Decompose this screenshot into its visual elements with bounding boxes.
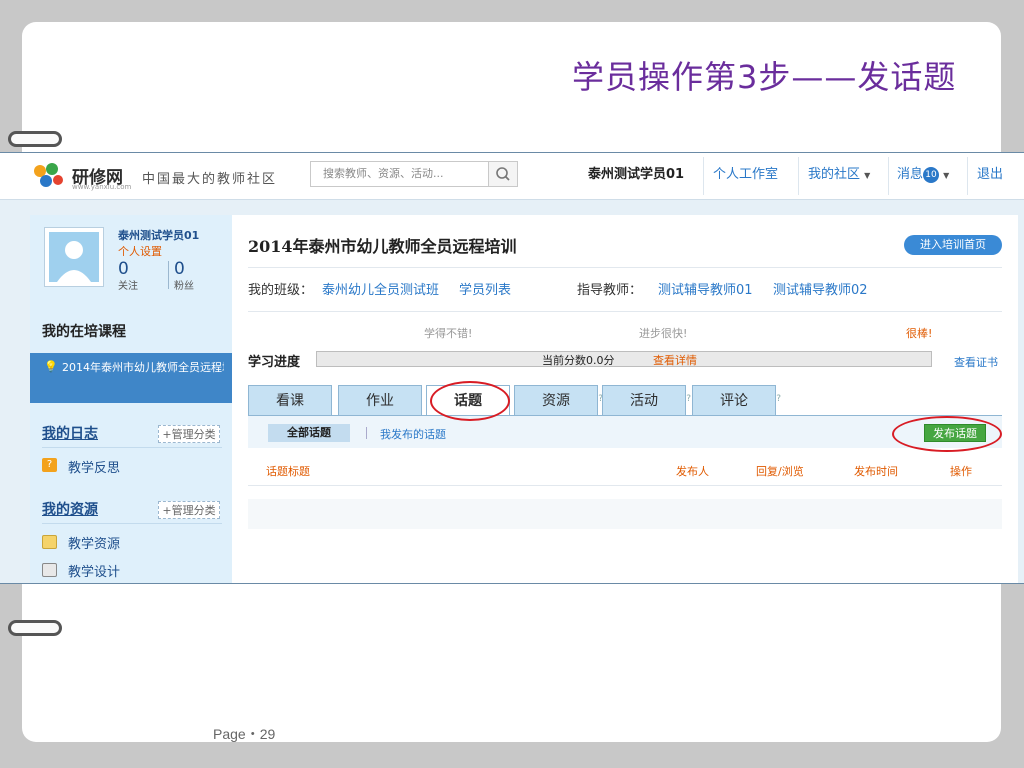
sub-tab-my-topics[interactable]: 我发布的话题 xyxy=(380,426,446,442)
progress-score: 当前分数0.0分 xyxy=(542,354,615,367)
lightbulb-icon: 💡 xyxy=(44,360,58,373)
nav-messages-label: 消息 xyxy=(897,167,924,182)
column-header-actions: 操作 xyxy=(950,465,972,478)
column-header-time: 发布时间 xyxy=(854,465,898,478)
tab-activities-label: 活动 xyxy=(630,393,658,409)
tab-comments-label: 评论 xyxy=(720,393,748,409)
document-icon xyxy=(42,563,57,577)
column-header-author: 发布人 xyxy=(676,465,709,478)
slide-title: 学员操作第3步——发话题 xyxy=(572,58,957,96)
sub-tab-divider xyxy=(366,427,367,439)
progress-detail-link[interactable]: 查看详情 xyxy=(653,352,697,368)
tutor-link[interactable]: 测试辅导教师01 xyxy=(658,279,753,298)
resource-item[interactable]: 教学设计 xyxy=(68,561,120,580)
nav-divider xyxy=(798,157,799,195)
help-icon: ? xyxy=(776,394,781,404)
question-icon: ? xyxy=(42,458,57,472)
resources-heading[interactable]: 我的资源 xyxy=(42,499,98,519)
student-list-link[interactable]: 学员列表 xyxy=(459,279,511,298)
sidebar-course-name: 2014年泰州市幼儿教师全员远程培训 xyxy=(62,361,224,374)
logo-url: www.yanxiu.com xyxy=(72,183,132,191)
logout-link[interactable]: 退出 xyxy=(977,153,1003,199)
tab-watch-course[interactable]: 看课 xyxy=(248,385,332,415)
courses-heading: 我的在培课程 xyxy=(42,324,126,340)
search-icon xyxy=(496,167,510,181)
progress-bar xyxy=(316,351,932,367)
tab-resources-label: 资源 xyxy=(542,393,570,409)
chevron-down-icon: ▼ xyxy=(943,171,950,180)
chevron-down-icon: ▼ xyxy=(864,171,871,180)
personal-settings-link[interactable]: 个人设置 xyxy=(118,243,162,259)
highlight-circle xyxy=(430,381,510,421)
top-bar: 研修网 www.yanxiu.com 中国最大的教师社区 搜索教师、资源、活动.… xyxy=(0,153,1024,200)
follow-label: 关注 xyxy=(118,281,138,292)
progress-label: 学习进度 xyxy=(248,355,301,370)
divider xyxy=(248,267,1002,268)
main-panel: 2014年泰州市幼儿教师全员远程培训 进入培训首页 我的班级： 泰州幼儿全员测试… xyxy=(232,215,1018,583)
help-icon: ? xyxy=(686,394,691,404)
follow-count[interactable]: 0 xyxy=(118,259,129,279)
tab-comments[interactable]: 评论 ? xyxy=(692,385,781,415)
certificate-link[interactable]: 查看证书 xyxy=(954,354,998,370)
nav-community-label: 我的社区 xyxy=(808,167,861,182)
nav-divider xyxy=(703,157,704,195)
column-header-title: 话题标题 xyxy=(266,465,310,478)
sidebar: 泰州测试学员01 个人设置 0 关注 0 粉丝 我的在培课程 💡 2014年泰州… xyxy=(30,215,232,583)
stat-divider xyxy=(168,261,169,289)
nav-studio[interactable]: 个人工作室 xyxy=(713,153,778,199)
screenshot: 研修网 www.yanxiu.com 中国最大的教师社区 搜索教师、资源、活动.… xyxy=(0,152,1024,584)
enter-training-button[interactable]: 进入培训首页 xyxy=(904,235,1002,255)
diary-manage-button[interactable]: +管理分类 xyxy=(158,425,220,443)
resources-manage-button[interactable]: +管理分类 xyxy=(158,501,220,519)
user-avatar-icon xyxy=(49,232,99,282)
tutor-link[interactable]: 测试辅导教师02 xyxy=(773,279,868,298)
progress-mark: 很棒! xyxy=(906,327,933,340)
divider xyxy=(248,485,1002,486)
message-count-badge: 10 xyxy=(923,166,940,183)
column-header-replies: 回复/浏览 xyxy=(756,465,804,478)
sub-tab-bar: 全部话题 我发布的话题 发布话题 xyxy=(248,416,1002,448)
sidebar-course-item[interactable]: 💡 2014年泰州市幼儿教师全员远程培训 xyxy=(30,353,232,403)
page-number: Page・29 xyxy=(213,726,276,742)
slogan: 中国最大的教师社区 xyxy=(142,172,278,187)
sidebar-divider xyxy=(42,523,222,524)
diary-heading[interactable]: 我的日志 xyxy=(42,423,98,443)
nav-divider xyxy=(888,157,889,195)
binder-ring-icon xyxy=(8,620,62,636)
fans-count[interactable]: 0 xyxy=(174,259,185,279)
tab-resources[interactable]: 资源 ? xyxy=(514,385,603,415)
folder-icon xyxy=(42,535,57,549)
sidebar-username[interactable]: 泰州测试学员01 xyxy=(118,227,199,243)
tab-activities[interactable]: 活动 ? xyxy=(602,385,691,415)
nav-messages[interactable]: 消息 10 ▼ xyxy=(897,153,949,199)
search-input[interactable]: 搜索教师、资源、活动... xyxy=(310,161,488,187)
nav-username[interactable]: 泰州测试学员01 xyxy=(588,153,684,199)
divider xyxy=(248,311,1002,312)
resource-item[interactable]: 教学资源 xyxy=(68,533,120,552)
course-title: 2014年泰州市幼儿教师全员远程培训 xyxy=(248,237,517,256)
sub-tab-all-topics[interactable]: 全部话题 xyxy=(268,424,350,442)
logo-icon xyxy=(34,163,63,187)
sidebar-divider xyxy=(42,447,222,448)
class-name-link[interactable]: 泰州幼儿全员测试班 xyxy=(322,279,439,298)
avatar[interactable] xyxy=(44,227,104,287)
progress-mark: 学得不错! xyxy=(424,327,473,340)
search-button[interactable] xyxy=(488,161,518,187)
progress-mark: 进步很快! xyxy=(639,327,688,340)
fans-label: 粉丝 xyxy=(174,281,194,292)
table-row xyxy=(248,499,1002,529)
highlight-circle xyxy=(892,416,1002,452)
tab-homework[interactable]: 作业 xyxy=(338,385,422,415)
tutor-label: 指导教师： xyxy=(577,283,643,298)
nav-divider xyxy=(967,157,968,195)
nav-community[interactable]: 我的社区 ▼ xyxy=(808,153,870,199)
diary-item-reflection[interactable]: 教学反思 xyxy=(68,457,120,476)
binder-ring-icon xyxy=(8,131,62,147)
course-name-line: 2014年泰州市幼儿教师全员远程培训 xyxy=(62,359,224,377)
class-label: 我的班级： xyxy=(248,283,314,298)
